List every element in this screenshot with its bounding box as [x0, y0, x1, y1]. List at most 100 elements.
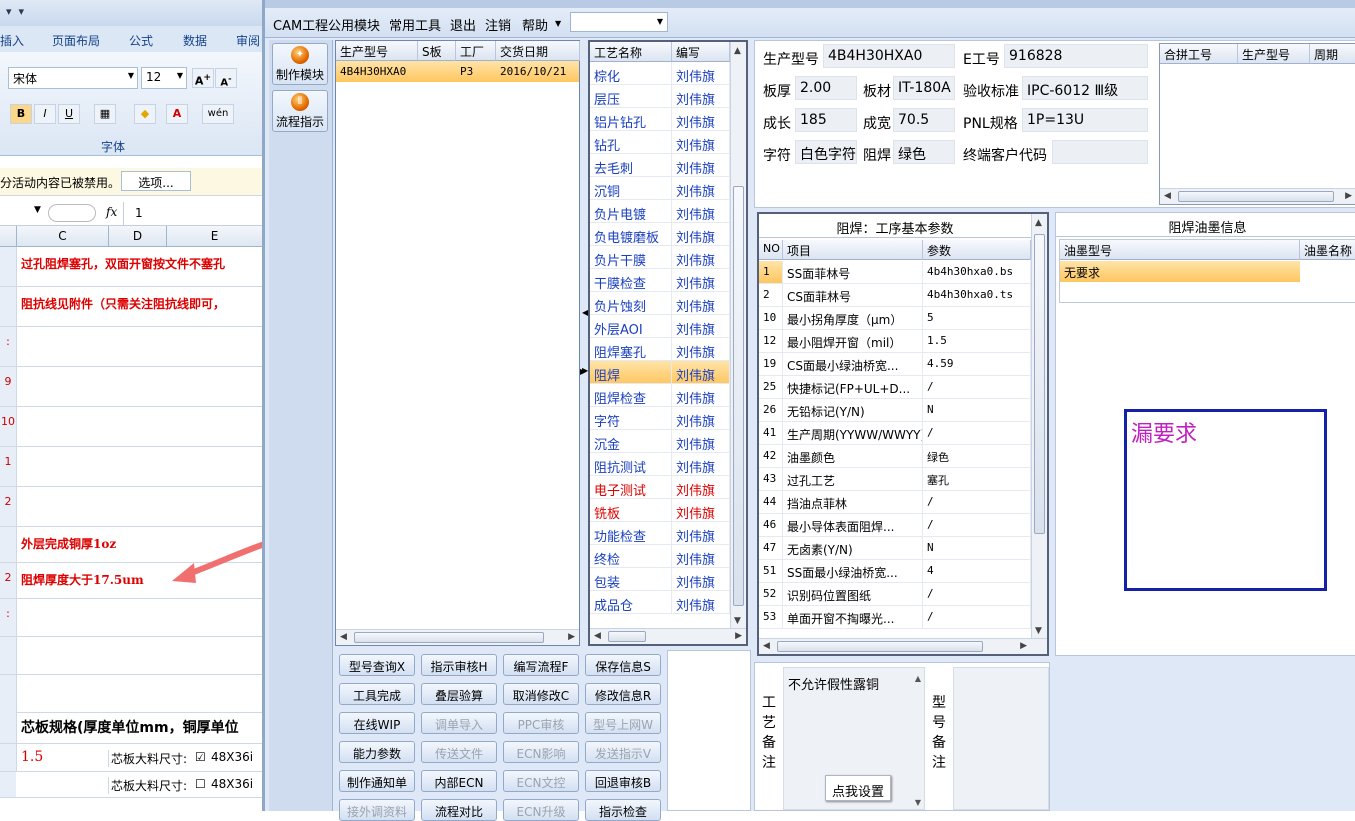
tab-data[interactable]: 数据 [183, 32, 207, 49]
list-item[interactable]: 电子测试 刘伟旗 [590, 476, 730, 499]
table-row[interactable]: 46 最小导体表面阻焊... / [759, 514, 1031, 537]
splitter-right-icon[interactable]: ▶ [582, 366, 588, 375]
sheet-cell[interactable] [16, 637, 262, 674]
eno-field[interactable]: 916828 [1004, 44, 1148, 68]
col-header-d[interactable]: D [108, 226, 166, 247]
col-header-ink-type[interactable]: 油墨型号 [1060, 240, 1300, 260]
action-button[interactable]: PPC审核 [503, 712, 579, 734]
list-item[interactable]: 铝片钻孔 刘伟旗 [590, 108, 730, 131]
row-number[interactable] [0, 247, 16, 286]
ink-note-box[interactable]: 漏要求 [1124, 409, 1327, 591]
action-button[interactable]: 传送文件 [421, 741, 497, 763]
scroll-thumb[interactable] [777, 641, 983, 652]
scroll-thumb[interactable] [354, 632, 544, 643]
material-field[interactable]: IT-180A [893, 76, 955, 100]
action-button[interactable]: 修改信息R [585, 683, 661, 705]
thickness-field[interactable]: 2.00 [795, 76, 857, 100]
sheet-cell[interactable] [16, 675, 262, 712]
list-item[interactable]: 负片蚀刻 刘伟旗 [590, 292, 730, 315]
font-color-icon[interactable]: A [166, 104, 188, 124]
tab-review[interactable]: 审阅 [236, 32, 260, 49]
list-item[interactable]: 阻焊塞孔 刘伟旗 [590, 338, 730, 361]
col-header-item[interactable]: 项目 [783, 240, 923, 260]
col-header-delivery[interactable]: 交货日期 [496, 41, 580, 61]
col-header-process[interactable]: 工艺名称 [590, 42, 672, 62]
col-header-factory[interactable]: 工厂 [456, 41, 496, 61]
col-header-ink-name[interactable]: 油墨名称 [1300, 240, 1355, 260]
scroll-down-icon[interactable]: ▼ [734, 616, 741, 626]
menu-logout[interactable]: 注销 [485, 15, 511, 34]
list-item[interactable]: 沉金 刘伟旗 [590, 430, 730, 453]
scroll-left-icon[interactable]: ◀ [1164, 191, 1171, 201]
list-item[interactable]: 层压 刘伟旗 [590, 85, 730, 108]
list-item[interactable]: 铣板 刘伟旗 [590, 499, 730, 522]
scroll-left-icon[interactable]: ◀ [340, 632, 347, 642]
row-number[interactable]: 2 [0, 487, 16, 526]
width-field[interactable]: 70.5 [893, 108, 955, 132]
action-button[interactable]: 接外调资料 [339, 799, 415, 821]
combine-hscroll[interactable]: ◀ ▶ [1160, 188, 1355, 204]
scroll-right-icon[interactable]: ▶ [1345, 191, 1352, 201]
scroll-left-icon[interactable]: ◀ [763, 641, 770, 651]
scroll-thumb[interactable] [733, 186, 744, 606]
col-header-author[interactable]: 编写 [672, 42, 730, 62]
col-header-model[interactable]: 生产型号 [336, 41, 418, 61]
action-button[interactable]: 编写流程F [503, 654, 579, 676]
core-size-checkbox[interactable]: ☐ [195, 777, 206, 791]
list-item[interactable]: 干膜检查 刘伟旗 [590, 269, 730, 292]
list-item[interactable]: 包装 刘伟旗 [590, 568, 730, 591]
font-name-select[interactable]: 宋体 ▼ [8, 67, 138, 89]
row-number[interactable]: 1 [0, 447, 16, 486]
col-header-combine-cycle[interactable]: 周期 [1310, 44, 1355, 64]
tab-page-layout[interactable]: 页面布局 [52, 32, 100, 49]
customer-code-field[interactable] [1052, 140, 1148, 164]
table-row[interactable]: 10 最小拐角厚度（μm） 5 [759, 307, 1031, 330]
param-vscroll[interactable]: ▲ ▼ [1031, 214, 1047, 638]
col-header-s-board[interactable]: S板 [418, 41, 456, 61]
action-button[interactable]: 工具完成 [339, 683, 415, 705]
col-header-no[interactable]: NO [759, 240, 783, 260]
silkscreen-field[interactable]: 白色字符 [795, 140, 857, 164]
list-item[interactable]: 功能检查 刘伟旗 [590, 522, 730, 545]
sheet-cell[interactable] [16, 407, 262, 446]
row-number[interactable]: : [0, 327, 16, 366]
click-setting-button[interactable]: 点我设置 [825, 775, 891, 801]
row-number[interactable] [0, 675, 16, 712]
scroll-left-icon[interactable]: ◀ [594, 631, 601, 641]
core-size-checkbox[interactable]: ☑ [195, 750, 206, 764]
col-header-c[interactable]: C [16, 226, 108, 247]
list-item[interactable]: 终检 刘伟旗 [590, 545, 730, 568]
scroll-up-icon[interactable]: ▲ [1035, 218, 1042, 228]
options-button[interactable]: 选项... [121, 171, 191, 191]
sheet-cell[interactable] [16, 447, 262, 486]
action-button[interactable]: 能力参数 [339, 741, 415, 763]
scroll-down-icon[interactable]: ▼ [1035, 626, 1042, 636]
table-row[interactable]: 19 CS面最小绿油桥宽... 4.59 [759, 353, 1031, 376]
list-item[interactable]: 阻焊检查 刘伟旗 [590, 384, 730, 407]
table-row[interactable]: 25 快捷标记(FP+UL+D... / [759, 376, 1031, 399]
action-button[interactable]: ECN升级 [503, 799, 579, 821]
action-button[interactable]: 指示检查 [585, 799, 661, 821]
help-dropdown-icon[interactable]: ▼ [555, 19, 561, 28]
row-number[interactable]: 10 [0, 407, 16, 446]
action-button[interactable]: 流程对比 [421, 799, 497, 821]
table-row[interactable]: 1 SS面菲林号 4b4h30hxa0.bs [759, 261, 1031, 284]
standard-field[interactable]: IPC-6012 Ⅲ级 [1022, 76, 1148, 100]
name-box-slider[interactable] [48, 204, 96, 222]
sheet-cell[interactable] [16, 487, 262, 526]
table-row[interactable]: 52 识别码位置图纸 / [759, 583, 1031, 606]
table-row[interactable]: 12 最小阻焊开窗（mil） 1.5 [759, 330, 1031, 353]
row-number[interactable] [0, 287, 16, 326]
font-size-select[interactable]: 12 ▼ [141, 67, 187, 89]
scroll-right-icon[interactable]: ▶ [568, 632, 575, 642]
sheet-cell[interactable]: 过孔阻焊塞孔，双面开窗按文件不塞孔 [16, 247, 262, 286]
menu-common[interactable]: 公用模块 [328, 15, 380, 34]
table-row[interactable]: 53 单面开窗不掏曝光... / [759, 606, 1031, 629]
action-button[interactable]: ECN影响 [503, 741, 579, 763]
list-item[interactable]: 去毛刺 刘伟旗 [590, 154, 730, 177]
action-button[interactable]: 调单导入 [421, 712, 497, 734]
soldermask-field[interactable]: 绿色 [893, 140, 955, 164]
scroll-up-icon[interactable]: ▲ [734, 46, 741, 56]
action-button[interactable]: 在线WIP [339, 712, 415, 734]
sheet-cell[interactable] [16, 367, 262, 406]
